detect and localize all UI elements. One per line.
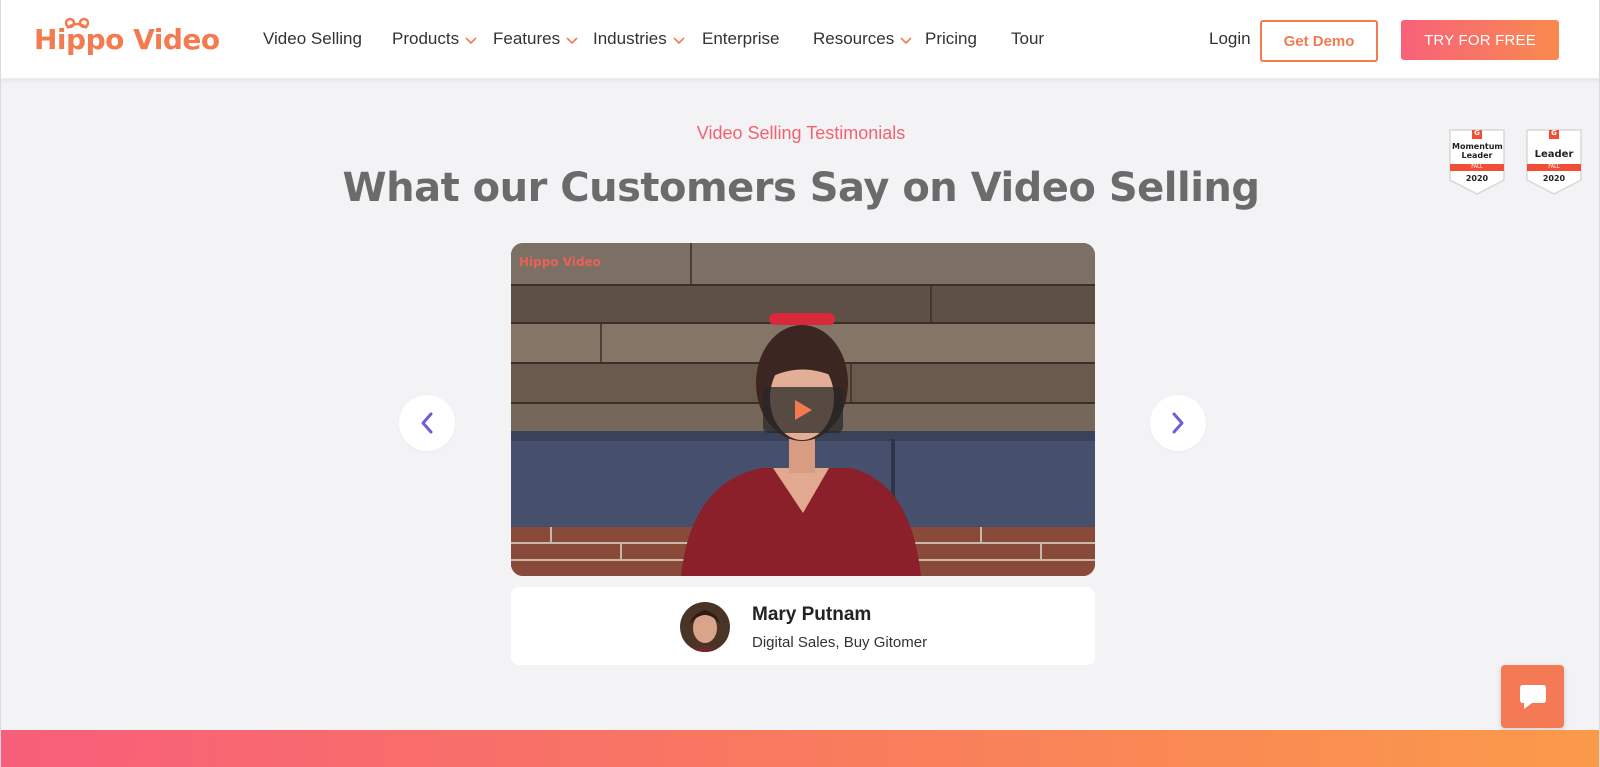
chevron-down-icon <box>673 36 685 44</box>
top-nav-bar: Hippo Video Video Selling Products Featu… <box>1 0 1599 79</box>
author-role: Digital Sales, Buy Gitomer <box>752 634 928 651</box>
nav-features[interactable]: Features <box>493 29 578 49</box>
chat-bubble-icon <box>1519 684 1546 709</box>
badge-title: Leader <box>1534 149 1574 160</box>
play-icon <box>795 400 812 420</box>
nav-label: Tour <box>1011 29 1045 48</box>
get-demo-button[interactable]: Get Demo <box>1260 20 1378 62</box>
footer-gradient-band <box>1 730 1599 767</box>
chevron-down-icon <box>900 36 912 44</box>
logo-text: Hippo Video <box>34 22 220 56</box>
nav-label: Industries <box>593 29 667 48</box>
section-eyebrow: Video Selling Testimonials <box>696 123 906 143</box>
testimonial-author-card: Mary Putnam Digital Sales, Buy Gitomer <box>511 587 1095 665</box>
nav-label: Video Selling <box>263 29 362 48</box>
nav-label: Products <box>392 29 460 48</box>
try-for-free-button[interactable]: TRY FOR FREE <box>1401 20 1559 60</box>
carousel-prev-button[interactable] <box>399 395 455 451</box>
nav-label: Enterprise <box>702 29 780 48</box>
login-link[interactable]: Login <box>1209 29 1251 49</box>
nav-label: Pricing <box>925 29 977 48</box>
page: Hippo Video Video Selling Products Featu… <box>0 0 1600 767</box>
hippo-ears-icon <box>64 17 90 30</box>
nav-tour[interactable]: Tour <box>1011 29 1044 49</box>
chevron-left-icon <box>421 412 433 434</box>
section-headline: What our Customers Say on Video Selling <box>342 165 1260 211</box>
hippo-video-logo[interactable]: Hippo Video <box>34 16 220 62</box>
chat-widget-button[interactable] <box>1501 665 1564 728</box>
nav-enterprise[interactable]: Enterprise <box>702 29 779 49</box>
nav-video-selling[interactable]: Video Selling <box>263 29 362 49</box>
play-button[interactable] <box>763 387 843 433</box>
video-watermark: Hippo Video <box>519 255 601 269</box>
author-name: Mary Putnam <box>752 604 872 625</box>
chevron-right-icon <box>1172 412 1184 434</box>
nav-label: Resources <box>813 29 895 48</box>
nav-pricing[interactable]: Pricing <box>925 29 977 49</box>
nav-resources[interactable]: Resources <box>813 29 912 49</box>
carousel-next-button[interactable] <box>1150 395 1206 451</box>
avatar <box>680 602 730 652</box>
nav-industries[interactable]: Industries <box>593 29 685 49</box>
nav-products[interactable]: Products <box>392 29 477 49</box>
testimonial-video-player[interactable]: Hippo Video <box>511 243 1095 576</box>
nav-label: Features <box>493 29 561 48</box>
chevron-down-icon <box>465 36 477 44</box>
badge-title: Momentum Leader <box>1452 142 1503 160</box>
chevron-down-icon <box>566 36 578 44</box>
